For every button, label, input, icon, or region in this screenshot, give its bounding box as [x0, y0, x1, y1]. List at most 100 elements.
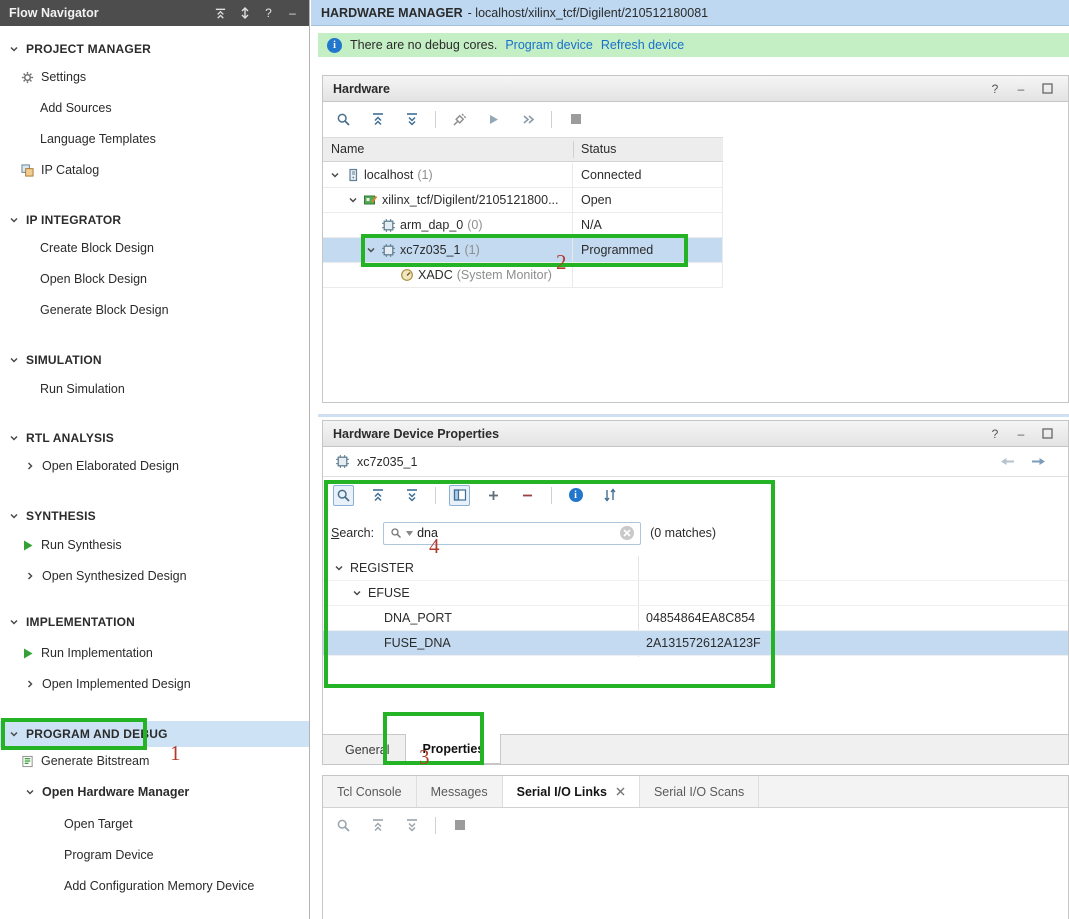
expand-all-icon[interactable]	[401, 815, 422, 836]
sidebar-section-project-manager[interactable]: PROJECT MANAGER	[0, 36, 309, 62]
expand-all-icon[interactable]	[401, 109, 422, 130]
chevron-down-icon[interactable]	[8, 354, 20, 366]
sidebar-item-open-synthesized-design[interactable]: Open Synthesized Design	[0, 563, 309, 589]
help-icon[interactable]: ?	[988, 427, 1002, 441]
tree-row-register[interactable]: REGISTER	[323, 556, 1068, 581]
sidebar-item-program-device[interactable]: Program Device	[0, 842, 309, 868]
sort-icon[interactable]	[599, 485, 620, 506]
history-back-icon[interactable]	[1000, 455, 1016, 468]
clear-search-icon[interactable]	[620, 526, 635, 540]
program-device-icon[interactable]	[483, 109, 504, 130]
item-label: Open Implemented Design	[42, 677, 191, 691]
column-header-status[interactable]: Status	[581, 138, 616, 161]
float-icon[interactable]	[1040, 82, 1054, 96]
collapse-all-icon[interactable]	[367, 109, 388, 130]
chevron-down-icon[interactable]	[8, 43, 20, 55]
collapse-all-icon[interactable]	[367, 485, 388, 506]
chevron-down-icon[interactable]	[8, 432, 20, 444]
minimize-icon[interactable]: –	[1014, 427, 1028, 441]
chevron-down-icon[interactable]	[8, 510, 20, 522]
sidebar-section-program-and-debug[interactable]: PROGRAM AND DEBUG	[0, 721, 309, 747]
table-row-xadc[interactable]: XADC (System Monitor)	[323, 263, 723, 288]
hardware-table-header: Name Status	[323, 137, 723, 162]
sidebar-item-add-configuration-memory-device[interactable]: Add Configuration Memory Device	[0, 873, 309, 899]
sidebar-item-ip-catalog[interactable]: IP Catalog	[0, 157, 309, 183]
add-icon[interactable]	[483, 485, 504, 506]
sidebar-item-generate-block-design[interactable]: Generate Block Design	[0, 297, 309, 323]
sidebar-item-language-templates[interactable]: Language Templates	[0, 126, 309, 152]
chevron-right-icon[interactable]	[24, 460, 36, 472]
tab-serial-io-scans[interactable]: Serial I/O Scans	[640, 776, 760, 807]
chevron-down-icon[interactable]	[24, 786, 36, 798]
sidebar-item-run-synthesis[interactable]: Run Synthesis	[0, 532, 309, 558]
table-row-arm-dap[interactable]: arm_dap_0 (0) N/A	[323, 213, 723, 238]
info-icon[interactable]	[565, 485, 586, 506]
help-icon[interactable]: ?	[261, 6, 276, 21]
float-icon[interactable]	[1040, 427, 1054, 441]
close-icon[interactable]	[616, 787, 625, 796]
table-row-target[interactable]: xilinx_tcf/Digilent/2105121800... Open	[323, 188, 723, 213]
sidebar-section-synthesis[interactable]: SYNTHESIS	[0, 503, 309, 529]
sidebar-section-rtl-analysis[interactable]: RTL ANALYSIS	[0, 425, 309, 451]
tree-row-dna-port[interactable]: DNA_PORT 04854864EA8C854	[323, 606, 1068, 631]
chevron-down-icon[interactable]	[8, 728, 20, 740]
stop-icon[interactable]	[449, 815, 470, 836]
sidebar-item-run-implementation[interactable]: Run Implementation	[0, 640, 309, 666]
refresh-device-link[interactable]: Refresh device	[601, 38, 684, 52]
auto-connect-icon[interactable]	[449, 109, 470, 130]
sidebar-item-open-target[interactable]: Open Target	[0, 811, 309, 837]
table-row-xc7z035-selected[interactable]: xc7z035_1 (1) Programmed	[323, 238, 723, 263]
search-icon[interactable]	[333, 109, 354, 130]
chevron-down-icon[interactable]	[8, 214, 20, 226]
table-row-localhost[interactable]: localhost (1) Connected	[323, 163, 723, 188]
chevron-right-icon[interactable]	[24, 570, 36, 582]
tree-row-efuse[interactable]: EFUSE	[323, 581, 1068, 606]
chevron-down-icon[interactable]	[8, 616, 20, 628]
minimize-icon[interactable]: –	[285, 6, 300, 21]
sidebar-section-ip-integrator[interactable]: IP INTEGRATOR	[0, 207, 309, 233]
expand-all-icon[interactable]	[401, 485, 422, 506]
chevron-down-icon[interactable]	[333, 562, 345, 574]
sidebar-section-simulation[interactable]: SIMULATION	[0, 347, 309, 373]
sidebar-section-implementation[interactable]: IMPLEMENTATION	[0, 609, 309, 635]
sidebar-item-open-elaborated-design[interactable]: Open Elaborated Design	[0, 453, 309, 479]
chevron-down-icon[interactable]	[329, 169, 341, 181]
tab-messages[interactable]: Messages	[417, 776, 503, 807]
panel-splitter[interactable]	[318, 414, 1069, 417]
chevron-right-icon[interactable]	[24, 678, 36, 690]
search-icon[interactable]	[333, 815, 354, 836]
sidebar-item-run-simulation[interactable]: Run Simulation	[0, 376, 309, 402]
help-icon[interactable]: ?	[988, 82, 1002, 96]
tab-tcl-console[interactable]: Tcl Console	[323, 776, 417, 807]
column-header-name[interactable]: Name	[331, 138, 364, 161]
minimize-icon[interactable]: –	[1014, 82, 1028, 96]
search-icon[interactable]	[333, 484, 354, 506]
program-device-link[interactable]: Program device	[505, 38, 593, 52]
tab-properties[interactable]: Properties	[405, 734, 502, 764]
sidebar-item-open-block-design[interactable]: Open Block Design	[0, 266, 309, 292]
sidebar-item-open-implemented-design[interactable]: Open Implemented Design	[0, 671, 309, 697]
refresh-continue-icon[interactable]	[517, 109, 538, 130]
tab-general[interactable]: General	[329, 735, 405, 764]
chevron-down-icon[interactable]	[347, 194, 359, 206]
show-properties-layout-icon[interactable]	[449, 484, 470, 506]
tab-serial-io-links[interactable]: Serial I/O Links	[502, 776, 640, 807]
search-value[interactable]: dna	[417, 526, 616, 540]
tree-row-fuse-dna-selected[interactable]: FUSE_DNA 2A131572612A123F	[323, 631, 1068, 656]
chevron-down-icon[interactable]	[351, 587, 363, 599]
sidebar-item-settings[interactable]: Settings	[0, 64, 309, 90]
chevron-down-icon[interactable]	[365, 244, 377, 256]
search-input[interactable]: dna	[383, 521, 642, 545]
sidebar-item-generate-bitstream[interactable]: Generate Bitstream	[0, 748, 309, 774]
expand-collapse-icon[interactable]	[237, 6, 252, 21]
sidebar-item-open-hardware-manager[interactable]: Open Hardware Manager	[0, 779, 309, 805]
sidebar-item-create-block-design[interactable]: Create Block Design	[0, 235, 309, 261]
collapse-all-icon[interactable]	[367, 815, 388, 836]
sidebar-item-add-sources[interactable]: Add Sources	[0, 95, 309, 121]
history-forward-icon[interactable]	[1030, 455, 1046, 468]
stop-icon[interactable]	[565, 109, 586, 130]
tab-label: Serial I/O Links	[516, 784, 607, 799]
collapse-all-icon[interactable]	[213, 6, 228, 21]
row-status: Connected	[581, 168, 642, 182]
remove-icon[interactable]	[517, 485, 538, 506]
